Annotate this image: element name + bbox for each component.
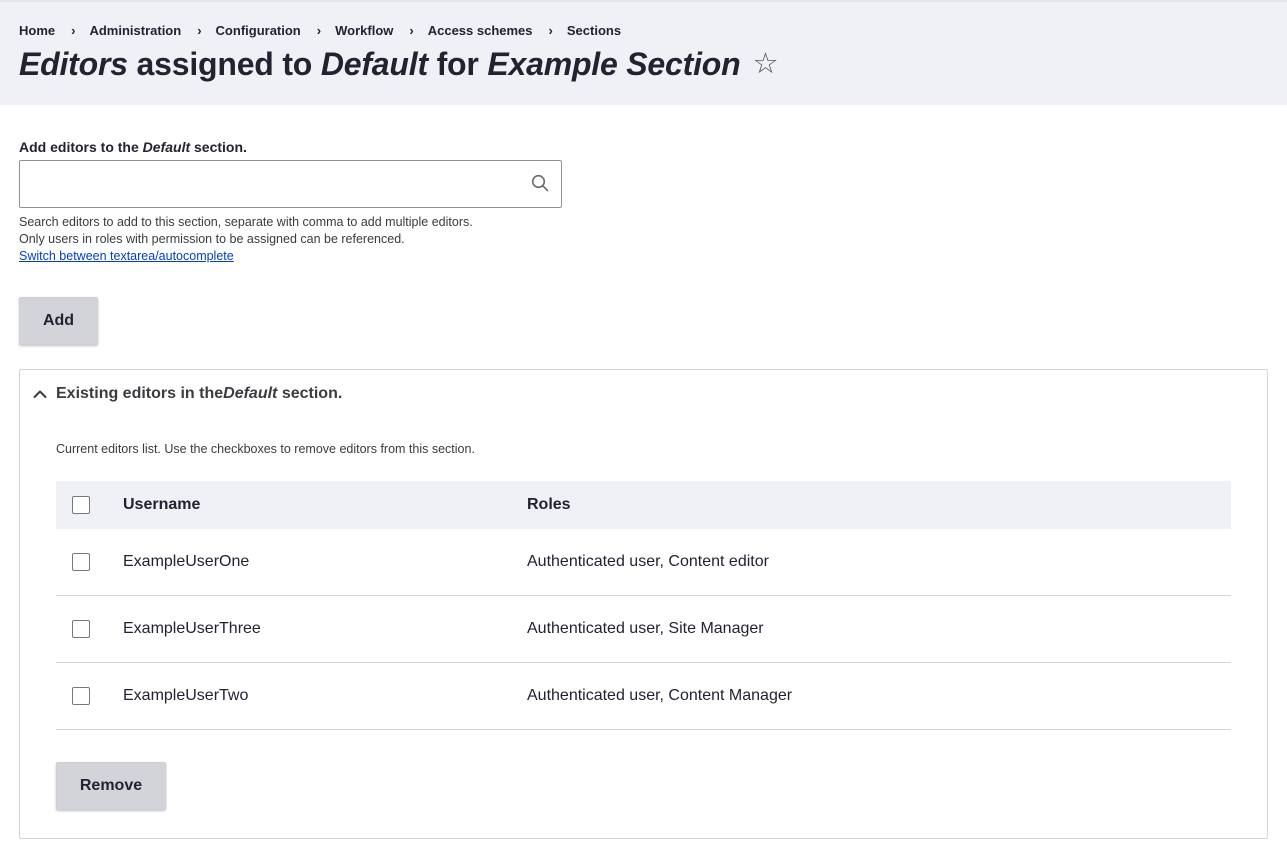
description-line: Only users in roles with permission to b… bbox=[19, 232, 405, 246]
remove-button[interactable]: Remove bbox=[56, 762, 166, 810]
roles-cell: Authenticated user, Content editor bbox=[526, 529, 1231, 596]
row-checkbox[interactable] bbox=[72, 552, 90, 571]
row-checkbox-cell bbox=[56, 595, 122, 663]
row-checkbox[interactable] bbox=[72, 686, 90, 705]
title-default: Default bbox=[320, 46, 428, 82]
page-header: Home › Administration › Configuration › … bbox=[0, 0, 1287, 105]
breadcrumb-separator: › bbox=[197, 22, 202, 38]
star-icon[interactable]: ☆ bbox=[752, 49, 778, 79]
breadcrumb: Home › Administration › Configuration › … bbox=[19, 21, 1268, 39]
existing-editors-summary[interactable]: Existing editors in the Default section. bbox=[20, 370, 1267, 418]
breadcrumb-separator: › bbox=[548, 22, 553, 38]
breadcrumb-workflow[interactable]: Workflow bbox=[335, 23, 393, 38]
roles-header: Roles bbox=[527, 496, 571, 513]
breadcrumb-separator: › bbox=[71, 22, 76, 38]
table-row: ExampleUserOne Authenticated user, Conte… bbox=[56, 529, 1231, 596]
existing-editors-body: Current editors list. Use the checkboxes… bbox=[20, 442, 1267, 810]
roles-cell: Authenticated user, Site Manager bbox=[526, 595, 1231, 663]
username-cell: ExampleUserOne bbox=[122, 529, 526, 596]
username-cell: ExampleUserTwo bbox=[122, 662, 526, 730]
summary-text: section. bbox=[277, 385, 343, 402]
page-title: Editors assigned to Default for Example … bbox=[19, 45, 741, 83]
row-checkbox[interactable] bbox=[72, 619, 90, 638]
switch-textarea-link[interactable]: Switch between textarea/autocomplete bbox=[19, 249, 234, 263]
label-text: section. bbox=[190, 139, 247, 155]
username-cell: ExampleUserThree bbox=[122, 595, 526, 663]
roles-cell: Authenticated user, Content Manager bbox=[526, 662, 1231, 730]
select-all-cell bbox=[56, 481, 122, 529]
editors-table: Username Roles ExampleUserOne Authentica… bbox=[56, 481, 1231, 730]
select-all-checkbox[interactable] bbox=[72, 495, 90, 514]
breadcrumb-access-schemes[interactable]: Access schemes bbox=[428, 23, 533, 38]
main-content: Add editors to the Default section. Sear… bbox=[0, 139, 1287, 839]
existing-editors-description: Current editors list. Use the checkboxes… bbox=[56, 442, 475, 456]
add-editors-label: Add editors to the Default section. bbox=[19, 139, 1268, 155]
table-row: ExampleUserTwo Authenticated user, Conte… bbox=[56, 662, 1231, 730]
row-checkbox-cell bbox=[56, 529, 122, 596]
breadcrumb-administration[interactable]: Administration bbox=[89, 23, 181, 38]
search-icon bbox=[531, 174, 549, 192]
row-checkbox-cell bbox=[56, 662, 122, 730]
add-editors-description: Search editors to add to this section, s… bbox=[19, 214, 1268, 265]
add-editors-input[interactable] bbox=[19, 160, 562, 208]
username-header: Username bbox=[123, 496, 201, 513]
breadcrumb-separator: › bbox=[409, 22, 414, 38]
add-button[interactable]: Add bbox=[19, 297, 98, 345]
description-line: Search editors to add to this section, s… bbox=[19, 215, 473, 229]
summary-text: Existing editors in the bbox=[56, 385, 224, 402]
table-header-row: Username Roles bbox=[56, 481, 1231, 529]
breadcrumb-home[interactable]: Home bbox=[19, 23, 55, 38]
breadcrumb-separator: › bbox=[316, 22, 322, 38]
chevron-up-icon bbox=[33, 390, 47, 398]
existing-editors-details: Existing editors in the Default section.… bbox=[19, 369, 1268, 839]
breadcrumb-sections[interactable]: Sections bbox=[567, 23, 621, 38]
label-section-name: Default bbox=[142, 139, 191, 155]
label-text: Add editors to the bbox=[19, 139, 143, 155]
summary-section-name: Default bbox=[223, 385, 278, 402]
title-section: Example Section bbox=[487, 46, 741, 82]
table-row: ExampleUserThree Authenticated user, Sit… bbox=[56, 595, 1231, 663]
title-row: Editors assigned to Default for Example … bbox=[19, 45, 1268, 83]
breadcrumb-configuration[interactable]: Configuration bbox=[216, 23, 301, 38]
title-text: assigned to bbox=[127, 46, 321, 82]
title-text: for bbox=[427, 46, 488, 82]
add-editors-field bbox=[19, 160, 562, 208]
title-editors: Editors bbox=[19, 46, 128, 82]
